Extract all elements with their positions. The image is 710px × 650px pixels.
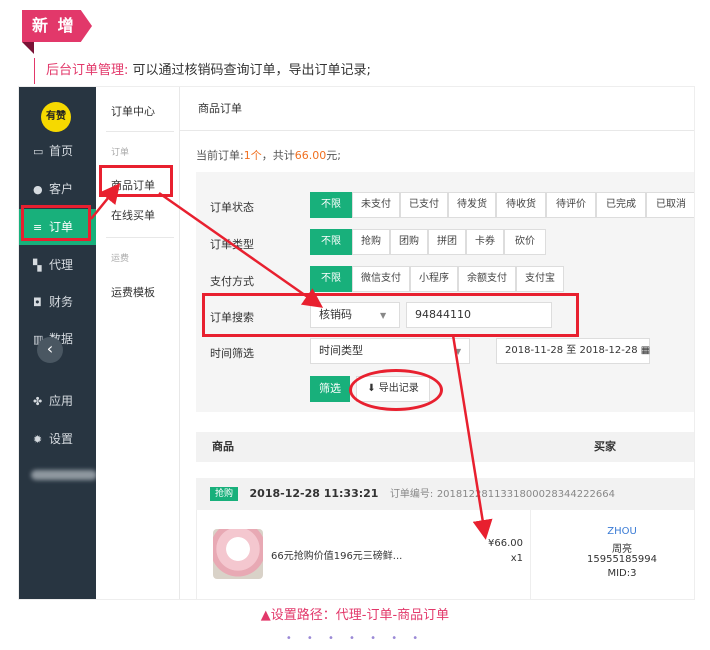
arrow-submenu-to-search (158, 191, 324, 308)
badge-fold (22, 42, 34, 54)
arrow-search-to-price (451, 334, 493, 540)
decorative-dots: • • • • • • • (285, 633, 425, 644)
annotation-arrows (90, 183, 493, 540)
arrow-orders-to-submenu (90, 183, 121, 220)
caption: ▲设置路径：代理-订单-商品订单 (260, 608, 450, 623)
admin-screenshot: 有赞 ▭ 首页 ● 客户 ≡ 订单 ▚ 代理 ◘ 财务 ▥ 数据 ‹ ✤ 应用 ✹ 设置 订单中… (18, 86, 695, 600)
intro-divider (34, 58, 35, 84)
intro-text: 后台订单管理: 可以通过核销码查询订单，导出订单记录; (46, 59, 371, 78)
intro-body: 可以通过核销码查询订单，导出订单记录; (132, 63, 371, 78)
intro-highlight: 后台订单管理: (46, 63, 129, 78)
new-badge: 新 增 (22, 10, 92, 42)
